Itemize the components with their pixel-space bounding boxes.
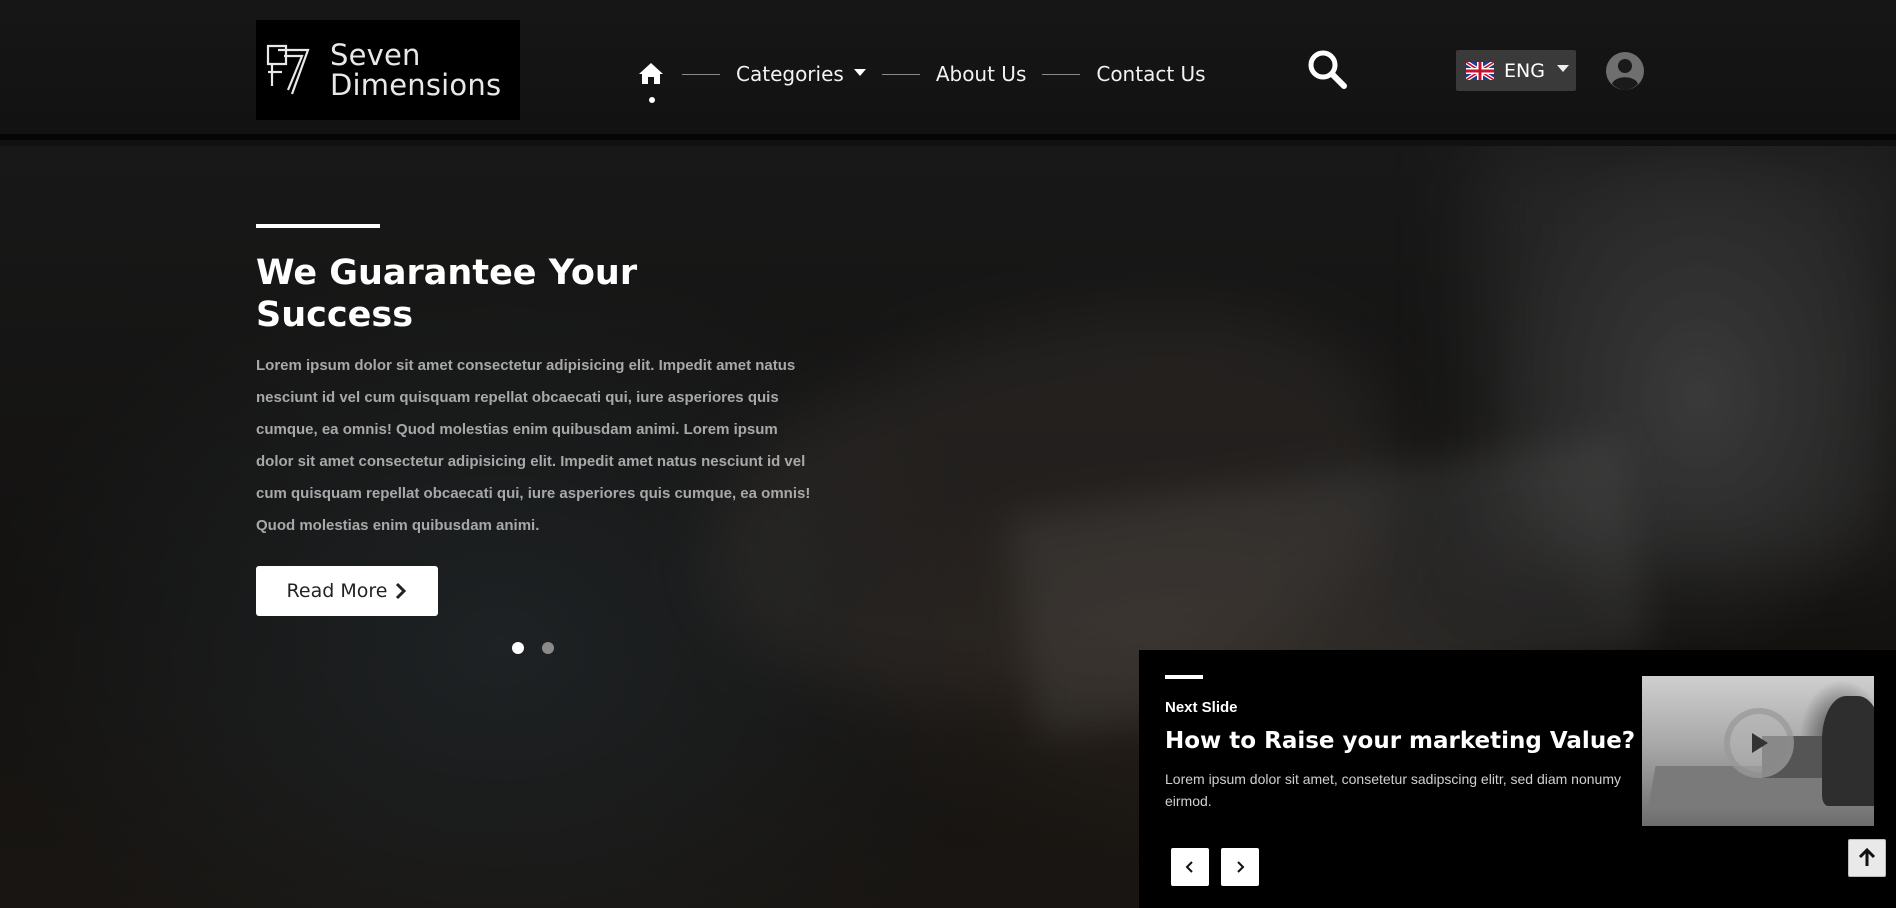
site-header: Seven Dimensions Categories About Us Con… (0, 0, 1896, 140)
previous-slide-button[interactable] (1171, 848, 1209, 886)
chevron-right-icon (396, 582, 407, 600)
video-thumbnail[interactable] (1642, 676, 1874, 826)
nav-about-us[interactable]: About Us (936, 62, 1027, 86)
play-icon (1752, 733, 1768, 753)
logo[interactable]: Seven Dimensions (256, 20, 520, 120)
logo-text: Seven Dimensions (330, 40, 501, 100)
slide-dot-2[interactable] (542, 642, 554, 654)
scroll-to-top-button[interactable] (1848, 839, 1886, 877)
nav-separator (1042, 73, 1081, 75)
uk-flag-icon (1466, 61, 1494, 80)
active-page-dot (649, 97, 655, 103)
user-account-button[interactable] (1605, 51, 1645, 91)
chevron-left-icon (1185, 861, 1193, 873)
nav-contact-us[interactable]: Contact Us (1096, 62, 1205, 86)
home-icon (639, 63, 663, 84)
caret-down-icon (853, 68, 866, 76)
play-button[interactable] (1724, 708, 1794, 778)
seven-dimensions-logo-icon (266, 44, 310, 95)
nav-home[interactable] (638, 61, 666, 103)
thumbnail-person (1822, 696, 1874, 806)
logo-line-1: Seven (330, 38, 421, 72)
nav-separator (881, 73, 920, 75)
next-slide-title: How to Raise your marketing Value? (1165, 728, 1636, 754)
arrow-up-icon (1858, 848, 1876, 866)
hero-description: Lorem ipsum dolor sit amet consectetur a… (256, 357, 811, 534)
nav-categories-label: Categories (736, 62, 844, 86)
chevron-right-icon (1237, 861, 1245, 873)
next-slide-button[interactable] (1221, 848, 1259, 886)
next-slide-label: Next Slide (1165, 699, 1238, 716)
next-slide-accent-bar (1165, 675, 1203, 679)
user-avatar-icon (1606, 52, 1644, 90)
next-slide-description: Lorem ipsum dolor sit amet, consetetur s… (1165, 771, 1621, 809)
caret-down-icon (1556, 65, 1569, 72)
nav-separator (682, 73, 720, 75)
nav-categories[interactable]: Categories (736, 62, 866, 86)
language-selector[interactable]: ENG (1456, 50, 1576, 91)
next-slide-panel: Next Slide How to Raise your marketing V… (1139, 650, 1896, 908)
read-more-label: Read More (286, 580, 388, 602)
search-button[interactable] (1306, 48, 1348, 90)
hero-title: We Guarantee Your Success (256, 253, 638, 335)
language-label: ENG (1504, 59, 1545, 82)
logo-line-2: Dimensions (330, 68, 502, 102)
slide-indicators (512, 642, 572, 654)
search-icon (1308, 50, 1347, 89)
read-more-button[interactable]: Read More (256, 566, 438, 616)
slide-dot-1[interactable] (512, 642, 524, 654)
hero-accent-bar (256, 224, 380, 228)
hero-content: We Guarantee Your Success Lorem ipsum do… (256, 224, 826, 616)
main-nav: Categories About Us Contact Us (638, 58, 1206, 103)
